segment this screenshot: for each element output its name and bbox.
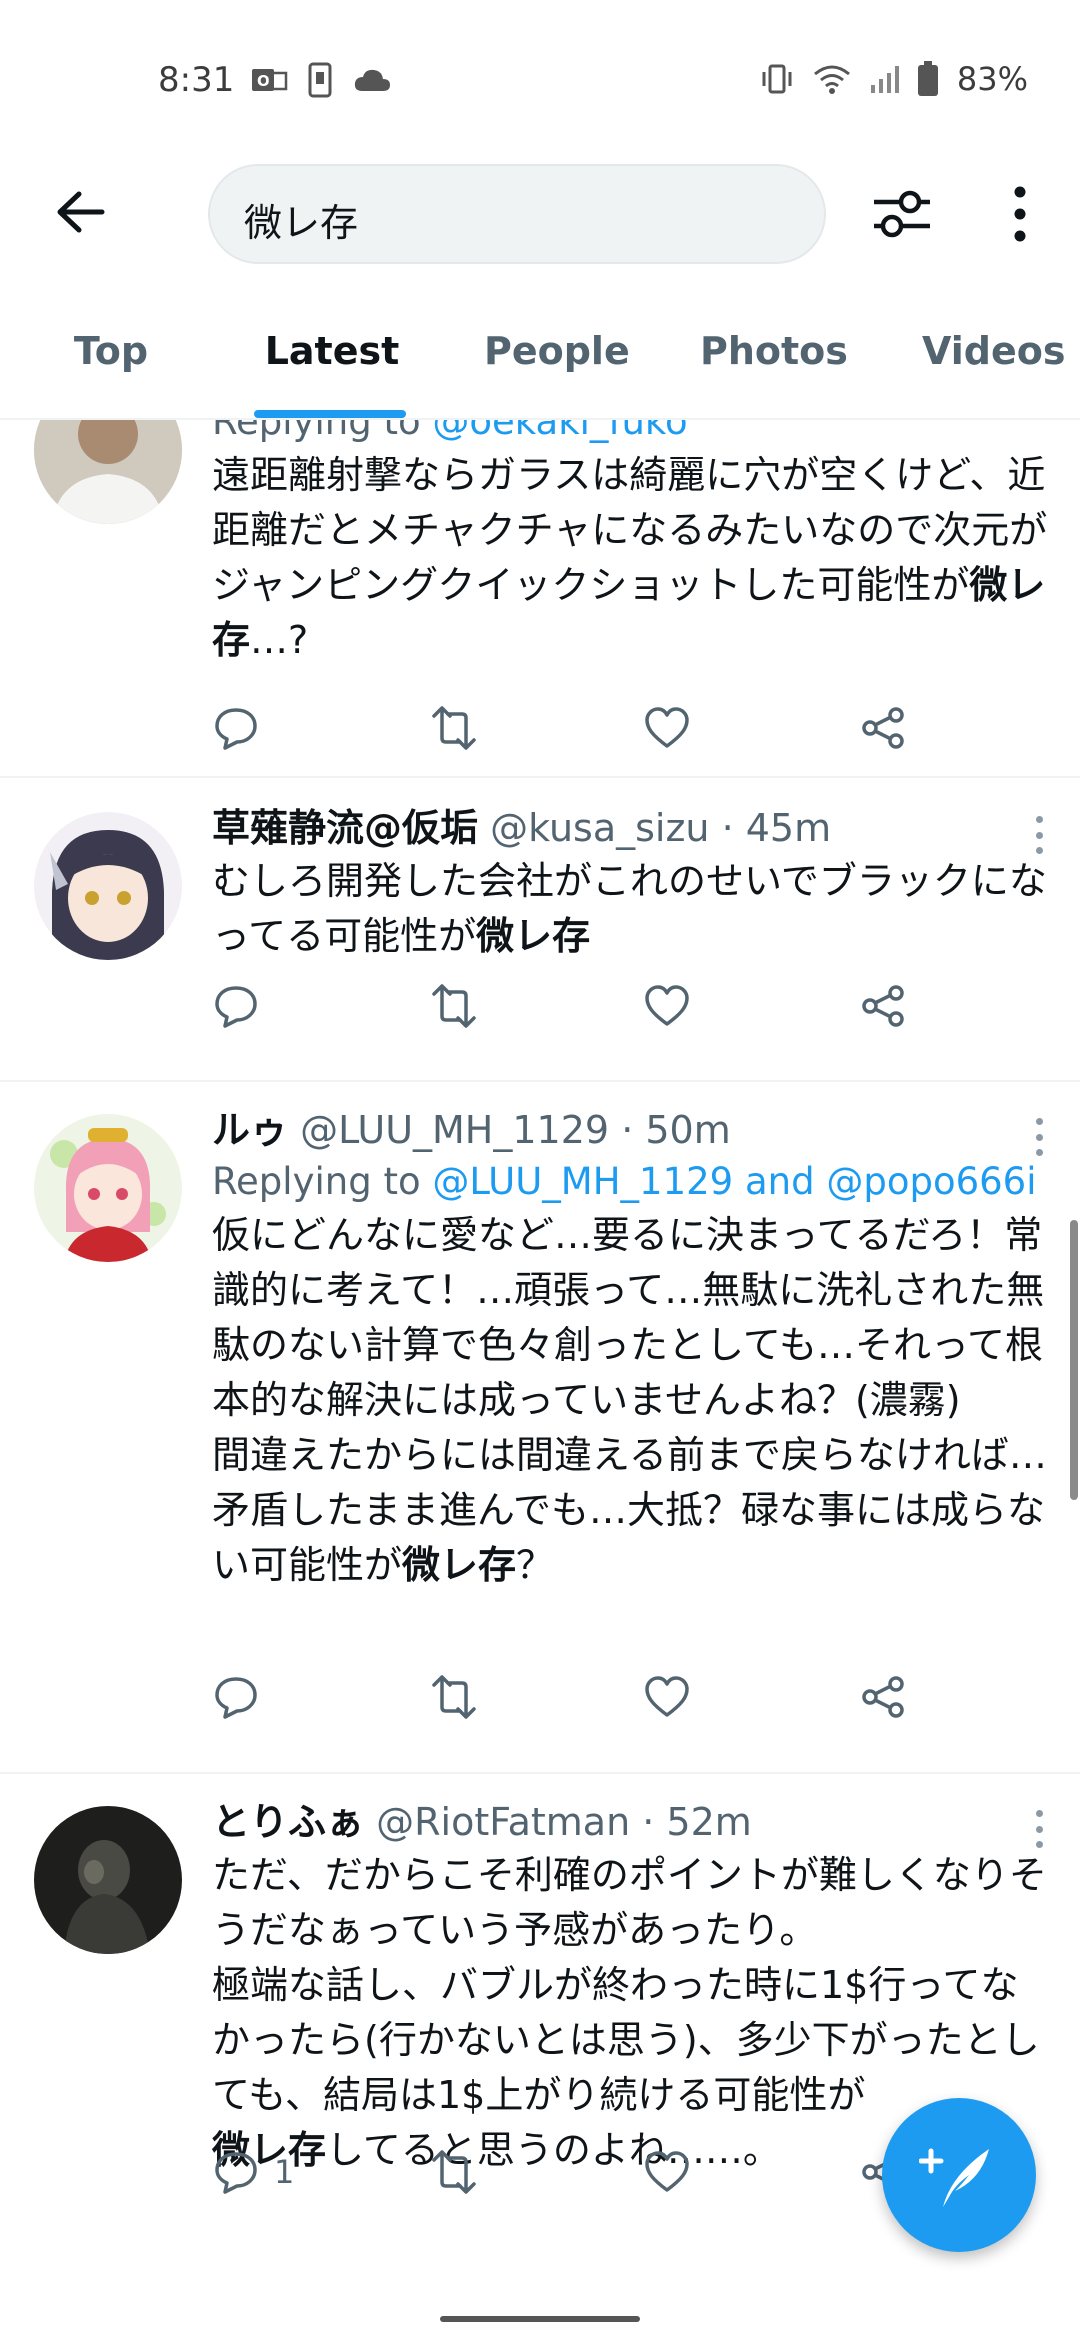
vibrate-icon — [762, 64, 792, 94]
battery-icon — [917, 61, 938, 96]
retweet-button[interactable] — [428, 2142, 480, 2202]
arrow-left-icon — [57, 191, 105, 233]
avatar[interactable] — [34, 812, 182, 960]
outlook-icon: O — [252, 69, 288, 91]
author-name[interactable]: ルゥ — [212, 1108, 288, 1152]
tweet-feed[interactable]: Replying to @oekaki_fuko 遠距離射撃ならガラスは綺麗に穴… — [0, 420, 1080, 2340]
author-handle[interactable]: @RiotFatman — [376, 1800, 630, 1844]
comment-icon — [215, 986, 257, 1028]
tweet-time: · 45m — [721, 806, 832, 850]
reply-button[interactable] — [214, 698, 258, 758]
compose-feather-icon — [919, 2148, 989, 2207]
tweet-header: 草薙静流@仮垢 @kusa_sizu · 45m — [212, 802, 1050, 854]
tweet[interactable]: Replying to @oekaki_fuko 遠距離射撃ならガラスは綺麗に穴… — [0, 420, 1080, 778]
share-button[interactable] — [860, 698, 906, 758]
reply-button[interactable] — [214, 1667, 258, 1727]
like-button[interactable] — [644, 698, 690, 758]
share-button[interactable] — [860, 976, 906, 1036]
author-handle[interactable]: @kusa_sizu — [490, 806, 709, 850]
tweet-time: · 50m — [621, 1108, 731, 1152]
tab-latest[interactable]: Latest — [262, 329, 402, 373]
author-name[interactable]: とりふぁ — [212, 1800, 364, 1844]
back-button[interactable] — [50, 182, 110, 242]
heart-icon — [645, 985, 689, 1026]
retweet-icon — [432, 984, 476, 1028]
reply-count: 1 — [274, 2153, 295, 2191]
share-button[interactable] — [860, 1667, 906, 1727]
svg-text:O: O — [257, 72, 270, 90]
tweet-actions — [212, 1667, 972, 1727]
author-handle[interactable]: @LUU_MH_1129 — [300, 1108, 609, 1152]
retweet-button[interactable] — [428, 698, 480, 758]
like-button[interactable] — [644, 1667, 690, 1727]
heart-icon — [645, 2151, 689, 2192]
tweet-text: 仮にどんなに愛など…要るに決まってるだろ！常識的に考えて！…頑張って…無駄に洗礼… — [212, 1213, 1047, 1587]
tweet-header: とりふぁ @RiotFatman · 52m — [212, 1796, 1050, 1848]
tab-videos[interactable]: Videos — [922, 329, 1065, 373]
tweet-header: ルゥ @LUU_MH_1129 · 50m — [212, 1104, 1050, 1156]
phone-icon — [308, 62, 332, 98]
retweet-icon — [432, 706, 476, 750]
retweet-button[interactable] — [428, 1667, 480, 1727]
comment-icon — [215, 708, 257, 750]
tweet-text: 遠距離射撃ならガラスは綺麗に穴が空くけど、近距離だとメチャクチャになるみたいなの… — [212, 453, 1048, 662]
home-indicator[interactable] — [440, 2316, 640, 2322]
more-vertical-icon — [1014, 186, 1026, 242]
signal-icon — [870, 66, 899, 93]
avatar[interactable] — [34, 1806, 182, 1954]
reply-context: Replying to @oekaki_fuko — [212, 420, 1050, 448]
tab-photos[interactable]: Photos — [700, 329, 848, 373]
tweet-time: · 52m — [642, 1800, 752, 1844]
reply-mention-link[interactable]: @oekaki_fuko — [432, 420, 687, 443]
scrollbar[interactable] — [1070, 1220, 1078, 1500]
tab-top[interactable]: Top — [70, 329, 152, 373]
tweet-actions — [212, 698, 972, 758]
reply-button[interactable]: 1 — [214, 2142, 294, 2202]
like-button[interactable] — [644, 976, 690, 1036]
retweet-button[interactable] — [428, 976, 480, 1036]
retweet-icon — [432, 2150, 476, 2194]
tweet[interactable]: とりふぁ @RiotFatman · 52m ただ、だからこそ利確のポイントが難… — [0, 1774, 1080, 2340]
tweet-menu-button[interactable] — [1024, 1112, 1054, 1162]
reply-context: Replying to @LUU_MH_1129 and @popo666i — [212, 1160, 1037, 1203]
more-options-button[interactable] — [1000, 182, 1040, 246]
reply-button[interactable] — [214, 976, 258, 1036]
tweet-menu-button[interactable] — [1024, 810, 1054, 860]
sliders-icon — [874, 190, 930, 238]
search-header: 微レ存 — [0, 160, 1080, 270]
comment-icon — [215, 1677, 257, 1719]
avatar[interactable] — [34, 420, 182, 524]
like-button[interactable] — [644, 2142, 690, 2202]
tweet-menu-button[interactable] — [1024, 1804, 1054, 1854]
tweet-text: むしろ開発した会社がこれのせいでブラックになってる可能性が微レ存 — [212, 859, 1047, 958]
tab-people[interactable]: People — [484, 329, 630, 373]
search-tabs: Top Latest People Photos Videos — [0, 315, 1080, 420]
compose-tweet-button[interactable] — [882, 2098, 1036, 2252]
active-tab-indicator — [254, 410, 406, 418]
tweet[interactable]: ルゥ @LUU_MH_1129 · 50m Replying to @LUU_M… — [0, 1082, 1080, 1774]
search-filter-button[interactable] — [870, 182, 934, 246]
tweet-actions — [212, 976, 972, 1036]
author-name[interactable]: 草薙静流@仮垢 — [212, 806, 478, 850]
search-input[interactable]: 微レ存 — [208, 164, 826, 264]
cloud-icon — [354, 69, 390, 91]
avatar[interactable] — [34, 1114, 182, 1262]
share-icon — [862, 985, 904, 1027]
search-query: 微レ存 — [244, 201, 359, 245]
wifi-icon — [813, 65, 850, 94]
comment-icon — [215, 2152, 257, 2194]
status-time: 8:31 — [158, 60, 235, 100]
heart-icon — [645, 707, 689, 748]
retweet-icon — [432, 1675, 476, 1719]
tweet[interactable]: 草薙静流@仮垢 @kusa_sizu · 45m むしろ開発した会社がこれのせい… — [0, 780, 1080, 1082]
status-bar: 8:31 O 83% — [0, 0, 1080, 165]
reply-mention-link[interactable]: @LUU_MH_1129 and @popo666i — [432, 1160, 1036, 1203]
share-icon — [862, 1676, 904, 1718]
heart-icon — [645, 1676, 689, 1717]
battery-percent: 83% — [956, 60, 1028, 98]
share-icon — [862, 707, 904, 749]
tweet-actions: 1 — [212, 2142, 972, 2202]
